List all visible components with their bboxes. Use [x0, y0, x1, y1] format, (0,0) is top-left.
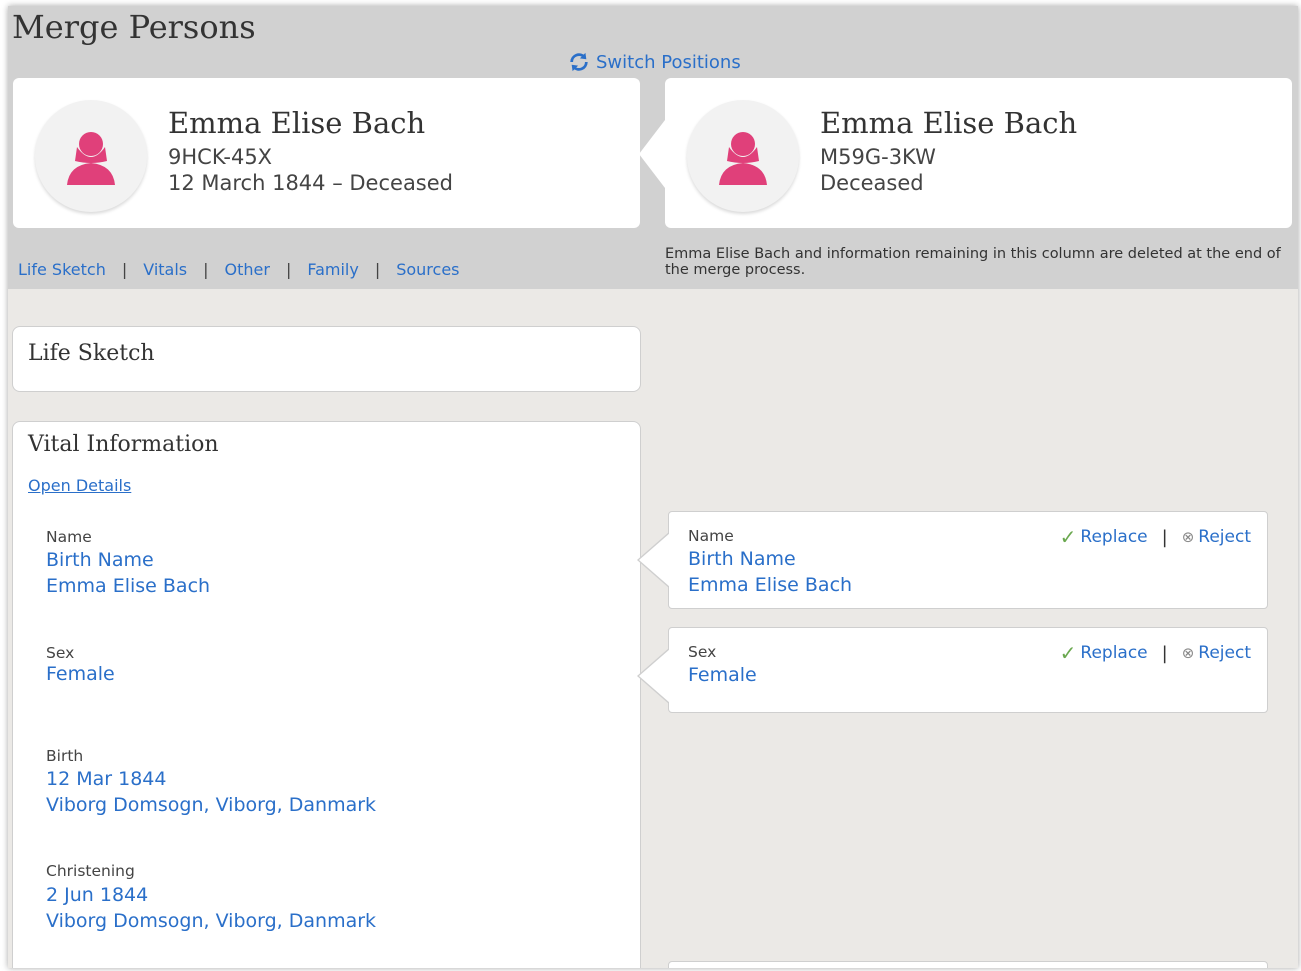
page-title: Merge Persons [12, 8, 256, 46]
reject-button[interactable]: Reject [1198, 527, 1251, 547]
open-details-link[interactable]: Open Details [28, 476, 131, 495]
check-icon: ✓ [1059, 525, 1077, 549]
left-person-id: 9HCK-45X [168, 145, 273, 169]
christening-label: Christening [46, 862, 135, 880]
check-icon: ✓ [1059, 641, 1077, 665]
compare-name-label: Name [688, 527, 734, 545]
section-nav: Life Sketch | Vitals | Other | Family | Sources [18, 260, 460, 279]
right-person-lifespan: Deceased [820, 171, 924, 195]
life-sketch-card: Life Sketch [12, 326, 641, 392]
nav-separator: | [121, 260, 128, 279]
birth-label: Birth [46, 747, 84, 765]
nav-sources[interactable]: Sources [396, 260, 459, 279]
reject-icon: ⊗ [1181, 644, 1195, 662]
replace-button[interactable]: Replace [1080, 527, 1147, 547]
compare-name-card: Name Birth Name Emma Elise Bach ✓ Replac… [637, 511, 1268, 609]
compare-name-value[interactable]: Emma Elise Bach [688, 574, 852, 596]
vital-information-card: Vital Information Open Details Name Birt… [12, 421, 641, 968]
birth-date-value[interactable]: 12 Mar 1844 [46, 768, 166, 790]
switch-icon [570, 52, 588, 72]
sex-label: Sex [46, 644, 75, 662]
nav-separator: | [203, 260, 209, 279]
name-value[interactable]: Emma Elise Bach [46, 575, 210, 597]
female-person-icon [67, 132, 115, 185]
sex-actions: ✓ Replace | ⊗ Reject [1060, 641, 1251, 665]
compare-card-partial [668, 961, 1268, 968]
compare-sex-value[interactable]: Female [688, 664, 757, 686]
nav-vitals[interactable]: Vitals [143, 260, 187, 279]
sex-value[interactable]: Female [46, 663, 115, 685]
christening-date-value[interactable]: 2 Jun 1844 [46, 884, 148, 906]
left-person-lifespan: 12 March 1844 – Deceased [168, 171, 453, 195]
nav-other[interactable]: Other [225, 260, 270, 279]
left-person-card: Emma Elise Bach 9HCK-45X 12 March 1844 –… [13, 78, 640, 228]
left-person-name: Emma Elise Bach [168, 106, 426, 140]
right-person-card: Emma Elise Bach M59G-3KW Deceased [639, 78, 1292, 228]
switch-positions-label: Switch Positions [596, 51, 741, 73]
female-person-icon [719, 132, 767, 185]
reject-icon: ⊗ [1181, 528, 1195, 546]
action-separator: | [1161, 526, 1168, 548]
compare-sex-label: Sex [688, 643, 717, 661]
header: Merge Persons Switch Positions Emma Elis… [8, 6, 1298, 289]
life-sketch-title: Life Sketch [28, 341, 155, 366]
vital-information-title: Vital Information [28, 432, 219, 457]
name-actions: ✓ Replace | ⊗ Reject [1060, 525, 1251, 549]
birth-place-value[interactable]: Viborg Domsogn, Viborg, Danmark [46, 794, 376, 816]
action-separator: | [1161, 642, 1168, 664]
merge-persons-page: Merge Persons Switch Positions Emma Elis… [8, 6, 1298, 968]
right-person-id: M59G-3KW [820, 145, 936, 169]
switch-positions-button[interactable]: Switch Positions [568, 51, 741, 73]
avatar [687, 100, 799, 212]
delete-note: Emma Elise Bach and information remainin… [665, 246, 1281, 278]
name-label: Name [46, 528, 92, 546]
nav-separator: | [285, 260, 292, 279]
replace-button[interactable]: Replace [1080, 643, 1147, 663]
nav-separator: | [374, 260, 381, 279]
name-type-value[interactable]: Birth Name [46, 549, 154, 571]
right-person-name: Emma Elise Bach [820, 106, 1078, 140]
christening-place-value[interactable]: Viborg Domsogn, Viborg, Danmark [46, 910, 376, 932]
compare-name-type-value[interactable]: Birth Name [688, 548, 796, 570]
nav-life-sketch[interactable]: Life Sketch [18, 260, 106, 279]
nav-family[interactable]: Family [307, 260, 358, 279]
compare-sex-card: Sex Female ✓ Replace | ⊗ Reject [637, 627, 1268, 713]
reject-button[interactable]: Reject [1198, 643, 1251, 663]
avatar [35, 100, 147, 212]
